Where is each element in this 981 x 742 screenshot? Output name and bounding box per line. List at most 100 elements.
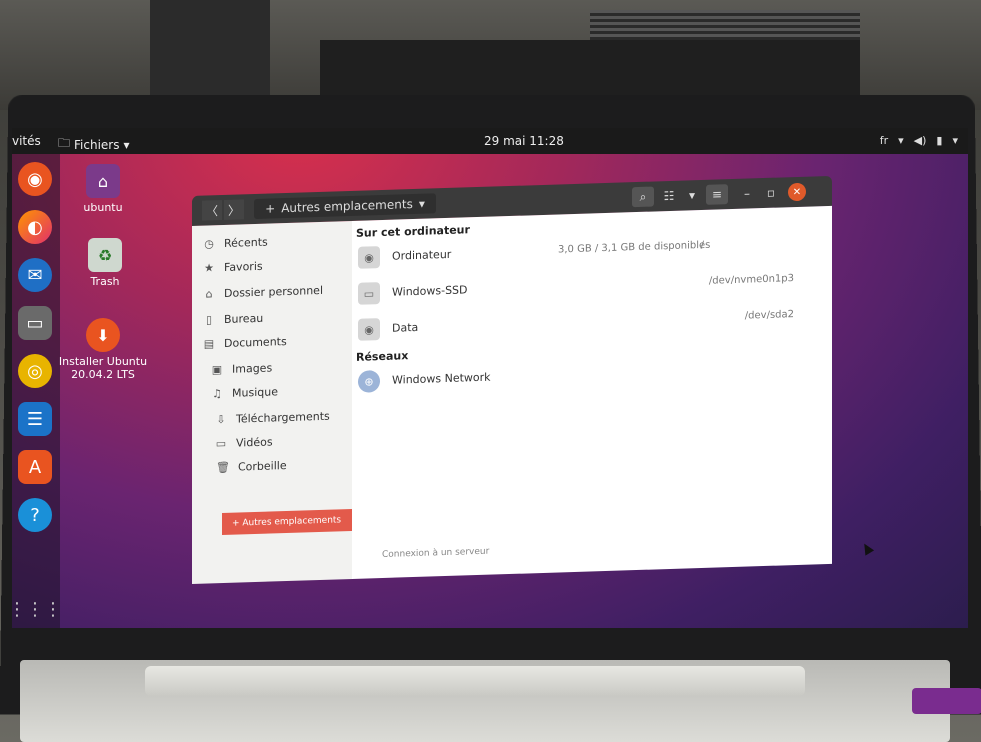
sidebar-item-home[interactable]: ⌂ Dossier personnel <box>202 280 324 304</box>
app-grid-icon[interactable]: ⋮⋮⋮ <box>12 592 62 626</box>
sidebar-item-videos[interactable]: ▭ Vidéos <box>214 431 273 453</box>
home-icon: ⌂ <box>205 286 213 301</box>
files-icon[interactable]: ▭ <box>18 306 52 340</box>
sidebar: ◷ Récents ★ Favoris ⌂ Dossier personnel … <box>192 220 380 584</box>
sidebar-item-label: Récents <box>224 235 268 250</box>
sidebar-item-favorites[interactable]: ★ Favoris <box>202 256 263 278</box>
chevron-down-icon: ▾ <box>123 137 130 152</box>
sidebar-item-images[interactable]: ▣ Images <box>210 357 272 379</box>
sidebar-item-desktop[interactable]: ▯ Bureau <box>202 308 263 330</box>
desktop-icon-label: ubuntu <box>83 201 123 214</box>
files-app-menu[interactable]: 🗀 Fichiers ▾ <box>58 134 130 155</box>
forward-button[interactable]: 〉 <box>224 199 244 220</box>
section-this-computer: Sur cet ordinateur <box>356 223 470 240</box>
close-button[interactable]: ✕ <box>788 182 806 202</box>
system-tray[interactable]: fr ▾ ◀) ▮ ▾ <box>880 134 958 147</box>
minimize-button[interactable]: – <box>738 183 756 204</box>
writer-icon[interactable]: ☰ <box>18 402 52 436</box>
sidebar-item-trash[interactable]: 🗑 Corbeille <box>216 455 287 477</box>
chevron-down-icon: ▾ <box>952 134 958 147</box>
background-object <box>150 0 270 95</box>
close-icon: ✕ <box>792 186 802 198</box>
connect-to-server-link[interactable]: Connexion à un serveur <box>382 547 489 560</box>
home-folder-icon: ⌂ <box>86 164 120 198</box>
laptop-hinge <box>145 666 805 696</box>
sticker <box>912 688 981 714</box>
location-label: Autres emplacements <box>281 197 413 216</box>
trash-icon: ♻ <box>88 238 122 272</box>
sidebar-item-music[interactable]: ♫ Musique <box>210 381 278 403</box>
clock[interactable]: 29 mai 11:28 <box>484 134 564 148</box>
chevron-down-icon: ▾ <box>898 134 904 147</box>
battery-icon[interactable]: ▮ <box>936 134 942 147</box>
document-icon: ▤ <box>203 336 215 351</box>
files-menu-label: Fichiers <box>74 137 120 152</box>
network-icon: ⊕ <box>358 370 380 393</box>
image-icon: ▣ <box>211 362 223 376</box>
device-name: Ordinateur <box>392 247 452 263</box>
list-item[interactable]: ⊕ Windows Network <box>358 354 824 395</box>
help-icon[interactable]: ? <box>18 498 52 532</box>
list-item[interactable]: ▭ Windows-SSD /dev/nvme0n1p3 <box>358 266 824 307</box>
sidebar-item-label: Images <box>232 360 273 376</box>
sidebar-item-label: Musique <box>232 384 278 400</box>
device-path: /dev/sda2 <box>744 309 794 322</box>
rhythmbox-icon[interactable]: ◎ <box>18 354 52 388</box>
desktop-icon-installer[interactable]: ⬇ Installer Ubuntu 20.04.2 LTS <box>58 318 148 381</box>
window-blind <box>590 10 860 40</box>
folder-icon: 🗀 <box>58 136 71 150</box>
desktop-icon-trash[interactable]: ♻ Trash <box>60 238 150 288</box>
desktop-icon: ▯ <box>205 312 213 327</box>
list-item[interactable]: ◉ Data /dev/sda2 <box>358 302 824 343</box>
sidebar-item-label: Bureau <box>224 311 264 326</box>
chevron-down-icon: ▾ <box>418 196 425 211</box>
download-icon: ⇩ <box>216 412 226 426</box>
ssd-icon: ▭ <box>358 282 380 305</box>
volume-icon[interactable]: ◀) <box>914 134 927 147</box>
mouse-pointer-icon <box>859 540 875 556</box>
ubuntu-logo-icon[interactable]: ◉ <box>18 162 52 196</box>
screen: vités 🗀 Fichiers ▾ 29 mai 11:28 fr ▾ ◀) … <box>12 128 968 628</box>
view-toggle-button[interactable]: ☷ <box>658 186 680 207</box>
software-icon[interactable]: A <box>18 450 52 484</box>
firefox-icon[interactable]: ◐ <box>18 210 52 244</box>
desktop-icon-label: Trash <box>90 275 120 288</box>
maximize-icon: ▫ <box>766 185 776 200</box>
sidebar-item-downloads[interactable]: ⇩ Téléchargements <box>214 406 330 430</box>
device-name: Data <box>392 320 419 335</box>
sidebar-item-label: Dossier personnel <box>224 283 324 300</box>
music-icon: ♫ <box>212 386 222 400</box>
sidebar-item-label: Favoris <box>224 259 263 274</box>
installer-icon: ⬇ <box>86 318 120 352</box>
sidebar-item-label: Corbeille <box>238 458 287 474</box>
list-view-icon: ☷ <box>663 188 675 204</box>
sidebar-item-recents[interactable]: ◷ Récents <box>202 232 268 254</box>
video-icon: ▭ <box>215 436 227 450</box>
desktop-icon-home[interactable]: ⌂ ubuntu <box>58 164 148 214</box>
clock-icon: ◷ <box>204 236 214 251</box>
drive-icon: ◉ <box>358 246 380 269</box>
hamburger-icon: ≡ <box>711 187 723 202</box>
activities-button[interactable]: vités <box>12 134 41 148</box>
location-button[interactable]: + Autres emplacements ▾ <box>254 193 436 220</box>
search-button[interactable]: ⌕ <box>632 186 654 208</box>
sidebar-item-label: Documents <box>224 334 287 350</box>
device-size: 3,0 GB / 3,1 GB de disponibles <box>558 239 711 256</box>
top-bar: vités 🗀 Fichiers ▾ 29 mai 11:28 fr ▾ ◀) … <box>12 128 968 154</box>
language-indicator[interactable]: fr <box>880 134 888 147</box>
view-options-button[interactable]: ▾ <box>684 185 700 206</box>
back-button[interactable]: 〈 <box>202 200 222 221</box>
chevron-down-icon: ▾ <box>688 188 696 203</box>
sidebar-item-label: Téléchargements <box>236 409 330 426</box>
sidebar-item-documents[interactable]: ▤ Documents <box>202 331 287 354</box>
thunderbird-icon[interactable]: ✉ <box>18 258 52 292</box>
plus-icon: + <box>265 201 276 216</box>
drive-icon: ◉ <box>358 318 380 341</box>
main-content: Sur cet ordinateur ◉ Ordinateur 3,0 GB /… <box>352 205 875 579</box>
trash-icon: 🗑 <box>216 460 230 474</box>
dock: ◉ ◐ ✉ ▭ ◎ ☰ A ? ⋮⋮⋮ <box>12 154 62 628</box>
menu-button[interactable]: ≡ <box>706 184 728 205</box>
minimize-icon: – <box>744 186 750 201</box>
maximize-button[interactable]: ▫ <box>762 183 780 204</box>
device-path: /dev/nvme0n1p3 <box>708 273 794 287</box>
